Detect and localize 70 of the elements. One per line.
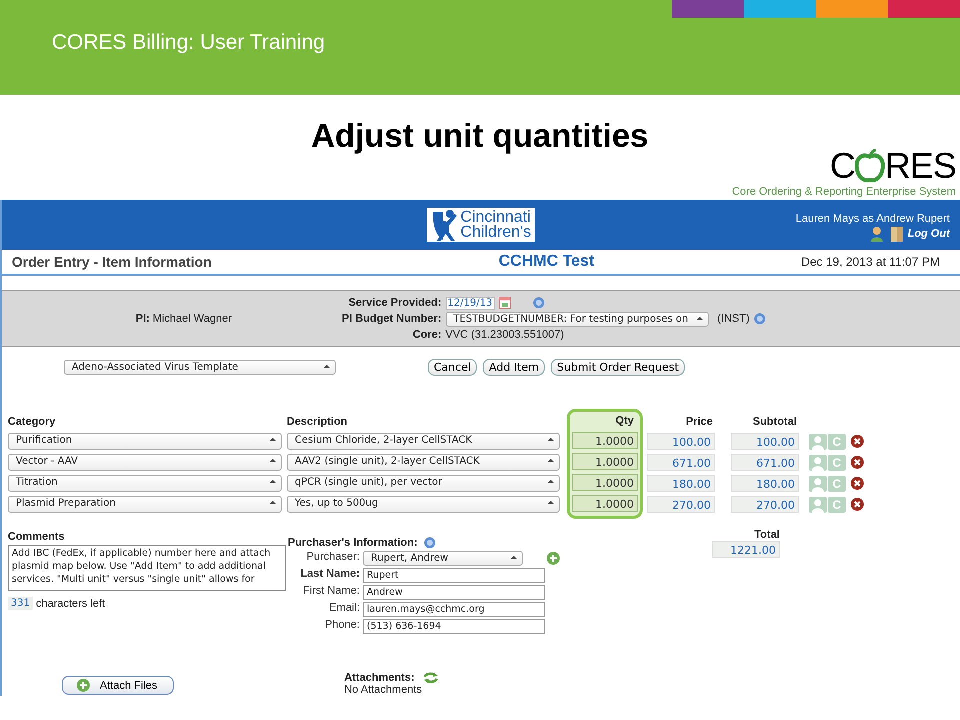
amount-field: 270.00 — [647, 496, 715, 513]
page-title: Order Entry - Item Information — [12, 254, 212, 270]
core-value: VVC (31.23003.551007) — [446, 328, 564, 340]
field-label: Service Provided: — [348, 297, 442, 309]
item-select[interactable]: Titration — [8, 475, 282, 492]
budget-select[interactable]: TESTBUDGETNUMBER: For testing purposes on — [446, 312, 710, 326]
action-button[interactable]: Cancel — [428, 358, 478, 376]
field-label: Core: — [412, 328, 442, 340]
amount-field: 671.00 — [731, 454, 799, 471]
quantity-field[interactable]: 1.0000 — [572, 495, 638, 512]
item-select[interactable]: Yes, up to 500ug — [287, 496, 560, 513]
template-select[interactable]: Adeno-Associated Virus Template — [64, 360, 336, 374]
quantity-field[interactable]: 1.0000 — [572, 474, 638, 491]
amount-field: 100.00 — [731, 433, 799, 450]
date-time: Dec 19, 2013 at 11:07 PM — [801, 255, 940, 269]
amount-field: 180.00 — [647, 475, 715, 492]
logo-text: Cincinnati — [460, 210, 532, 225]
column-header: Subtotal — [753, 415, 797, 429]
field-label: Purchaser: — [306, 551, 360, 565]
amount-field: 270.00 — [731, 496, 799, 513]
character-counter: 331 — [8, 597, 34, 610]
comments-field[interactable]: Add IBC (FedEx, if applicable) number here and attach plasmid map below. Use "Add Item" to add additional services. "Multi unit" versus "single unit" allows for — [8, 545, 286, 591]
item-select[interactable]: Vector - AAV — [8, 454, 282, 471]
field-label: PI: — [136, 312, 150, 324]
amount-field: 100.00 — [647, 433, 715, 450]
column-header: Description — [287, 415, 349, 429]
attach-files-button[interactable]: Attach Files — [62, 676, 174, 695]
field-label: Phone: — [324, 619, 360, 633]
column-header: Price — [686, 415, 713, 429]
quantity-field[interactable]: 1.0000 — [572, 432, 638, 449]
logo-text: Children's — [460, 225, 532, 240]
item-select[interactable]: qPCR (single unit), per vector — [287, 475, 560, 492]
input-field[interactable]: lauren.mays@cchmc.org — [363, 602, 545, 617]
attachments-label: Attachments: — [344, 672, 415, 684]
comments-label: Comments — [8, 531, 66, 543]
input-field[interactable]: (513) 636-1694 — [363, 619, 545, 634]
field-label: First Name: — [302, 585, 360, 599]
field-label: Email: — [328, 602, 360, 616]
action-button[interactable]: Submit Order Request — [551, 358, 686, 376]
logout-link[interactable]: Log Out — [908, 228, 950, 240]
field-label: Last Name: — [300, 568, 360, 582]
attachments-status: No Attachments — [344, 684, 424, 696]
amount-field: 180.00 — [731, 475, 799, 492]
input-field[interactable]: Rupert — [363, 568, 545, 583]
logo-wordmark: RES — [884, 150, 956, 182]
total-label: Total — [754, 529, 780, 541]
item-select[interactable]: Cesium Chloride, 2-layer CellSTACK — [287, 433, 560, 450]
budget-type: (INST) — [717, 313, 750, 325]
quantity-field[interactable]: 1.0000 — [572, 453, 638, 470]
section-title: Purchaser's Information: — [288, 537, 418, 549]
logo-wordmark: C — [830, 150, 855, 182]
action-button[interactable]: Add Item — [483, 358, 546, 376]
purchaser-select[interactable]: Rupert, Andrew — [363, 551, 523, 566]
input-field[interactable]: Andrew — [363, 585, 545, 600]
total-field: 1221.00 — [712, 541, 780, 558]
field-label: PI Budget Number: — [342, 313, 442, 325]
banner-title: CORES Billing: User Training — [52, 30, 326, 54]
counter-label: characters left — [36, 598, 106, 610]
slide-title: Adjust unit quantities — [311, 117, 649, 155]
item-select[interactable]: AAV2 (single unit), 2-layer CellSTACK — [287, 454, 560, 471]
pi-name: Michael Wagner — [152, 312, 232, 324]
item-select[interactable]: Plasmid Preparation — [8, 496, 282, 513]
user-name: Lauren Mays as Andrew Rupert — [796, 213, 950, 225]
date-field[interactable]: 12/19/13 — [446, 296, 495, 310]
column-header: Category — [8, 415, 57, 429]
logo-tagline: Core Ordering & Reporting Enterprise System — [732, 186, 956, 198]
amount-field: 671.00 — [647, 454, 715, 471]
item-select[interactable]: Purification — [8, 433, 282, 450]
site-name: CCHMC Test — [498, 253, 595, 271]
column-header: Qty — [616, 414, 634, 428]
